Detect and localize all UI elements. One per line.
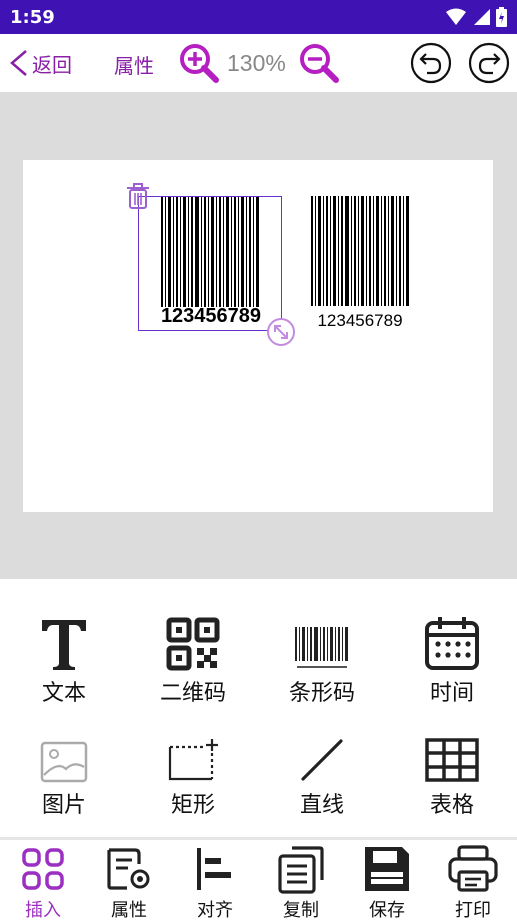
tool-line[interactable]: 直线 [272, 723, 372, 819]
tool-label: 图片 [41, 793, 86, 818]
nav-copy[interactable]: 复制 [258, 842, 344, 922]
canvas-workspace: 123456789 123456789 [0, 92, 517, 579]
nav-print[interactable]: 打印 [430, 842, 516, 922]
zoom-level: 130% [227, 50, 286, 76]
nav-properties[interactable]: 属性 [86, 842, 172, 922]
tool-text[interactable]: 文本 [14, 611, 114, 707]
signal-icon [474, 9, 490, 25]
bottom-nav: 插入 属性 对齐 复制 保存 打印 [0, 840, 517, 922]
nav-label: 打印 [455, 900, 491, 921]
status-time: 1:59 [10, 6, 55, 28]
undo-icon [410, 42, 452, 84]
nav-insert[interactable]: 插入 [0, 842, 86, 922]
qr-code-icon [166, 617, 220, 671]
undo-button[interactable] [410, 42, 452, 88]
properties-icon [107, 848, 150, 890]
nav-save[interactable]: 保存 [344, 842, 430, 922]
image-icon [40, 741, 88, 783]
tool-table[interactable]: 表格 [402, 723, 502, 819]
resize-icon[interactable] [266, 317, 296, 347]
tool-barcode[interactable]: 条形码 [272, 611, 372, 707]
grid-icon [22, 848, 64, 890]
tool-label: 表格 [429, 793, 474, 818]
back-label: 返回 [32, 52, 72, 77]
properties-link[interactable]: 属性 [114, 50, 154, 79]
barcode-text-2: 123456789 [317, 311, 403, 330]
nav-label: 插入 [25, 900, 61, 921]
barcode-selected[interactable]: 123456789 [138, 196, 282, 331]
copy-icon [278, 846, 324, 894]
barcode-icon [295, 627, 348, 668]
wifi-icon [446, 8, 466, 25]
battery-icon [496, 7, 507, 27]
barcode-text: 123456789 [160, 305, 262, 327]
zoom-in-button[interactable] [178, 42, 220, 88]
tool-label: 时间 [429, 681, 474, 706]
tool-label: 条形码 [288, 681, 355, 706]
system-icons [446, 7, 507, 27]
label-canvas[interactable]: 123456789 123456789 [23, 160, 493, 512]
nav-align[interactable]: 对齐 [172, 842, 258, 922]
nav-label: 属性 [111, 900, 147, 921]
tool-time[interactable]: 时间 [402, 611, 502, 707]
barcode-bars [161, 197, 259, 307]
nav-label: 保存 [369, 900, 405, 921]
redo-icon [468, 42, 510, 84]
zoom-out-icon [300, 44, 339, 83]
tool-label: 二维码 [159, 681, 226, 706]
tool-label: 文本 [41, 681, 86, 706]
line-icon [301, 739, 343, 781]
back-button[interactable]: 返回 [6, 47, 72, 79]
table-icon [425, 738, 479, 782]
delete-icon[interactable] [125, 182, 151, 210]
tool-qr-code[interactable]: 二维码 [143, 611, 243, 707]
tool-rectangle[interactable]: 矩形 [143, 723, 243, 819]
align-icon [197, 848, 231, 890]
print-icon [448, 845, 498, 892]
nav-label: 对齐 [197, 900, 233, 921]
insert-panel: 文本 二维码 条形码 时间 图片 矩形 直线 表格 [0, 579, 517, 839]
tool-label: 矩形 [170, 793, 215, 818]
status-bar: 1:59 [0, 0, 517, 34]
tool-image[interactable]: 图片 [14, 723, 114, 819]
nav-label: 复制 [283, 900, 319, 921]
barcode-bars-2 [311, 196, 409, 306]
editor-toolbar: 返回 属性 130% [0, 34, 517, 92]
calendar-icon [425, 617, 479, 670]
redo-button[interactable] [468, 42, 510, 88]
chevron-left-icon [10, 50, 27, 76]
tool-label: 直线 [299, 793, 344, 818]
rectangle-icon [168, 739, 218, 781]
zoom-in-icon [180, 44, 219, 83]
zoom-out-button[interactable] [298, 42, 340, 88]
save-icon [365, 847, 409, 891]
text-icon [42, 620, 86, 670]
